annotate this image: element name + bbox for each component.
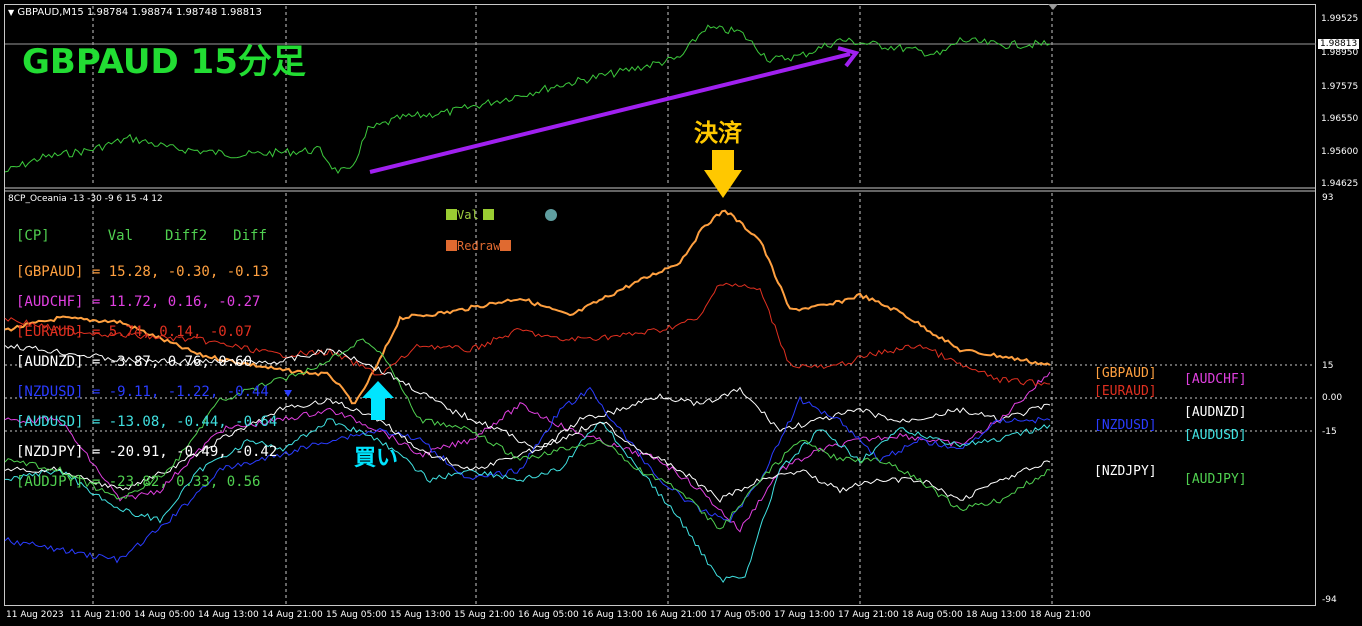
buy-label: 買い xyxy=(354,446,399,471)
table-header: [CP] Val Diff2 Diff xyxy=(16,228,267,244)
x-axis-label: 16 Aug 13:00 xyxy=(582,610,643,620)
series-label: [EURAUD] xyxy=(1094,384,1157,399)
price-axis-tick: 1.99525 xyxy=(1321,14,1359,24)
legend-redraw-swatch-2 xyxy=(500,240,512,251)
table-row: [GBPAUD] = 15.28, -0.30, -0.13 xyxy=(16,264,269,280)
x-axis-label: 15 Aug 21:00 xyxy=(454,610,515,620)
price-axis-tick: 1.96550 xyxy=(1321,114,1359,124)
indicator-axis-tick: 15 xyxy=(1322,361,1334,371)
series-label: [NZDJPY] xyxy=(1094,464,1157,479)
x-axis-label: 14 Aug 13:00 xyxy=(198,610,259,620)
x-axis-label: 18 Aug 13:00 xyxy=(966,610,1027,620)
legend-redraw[interactable]: Redraw xyxy=(446,239,512,253)
x-axis-label: 15 Aug 13:00 xyxy=(390,610,451,620)
x-axis-label: 14 Aug 21:00 xyxy=(262,610,323,620)
series-label: [NZDUSD] xyxy=(1094,418,1157,433)
table-row: [AUDNZD] = -3.87, 0.76, 0.60 xyxy=(16,354,253,370)
x-axis-label: 18 Aug 21:00 xyxy=(1030,610,1091,620)
price-panel-header: ▼ GBPAUD,M15 1.98784 1.98874 1.98748 1.9… xyxy=(8,7,262,18)
table-row: [AUDUSD] = -13.08, -0.44, -0.64 xyxy=(16,414,278,430)
status-dot-icon xyxy=(545,209,557,221)
x-axis-label: 11 Aug 2023 xyxy=(6,610,64,620)
price-axis-tick: 1.95600 xyxy=(1321,147,1359,157)
series-label: [AUDCHF] xyxy=(1184,372,1247,387)
series-label: [AUDJPY] xyxy=(1184,472,1247,487)
indicator-axis-tick: 0.00 xyxy=(1322,393,1343,403)
price-axis-tick: 1.94625 xyxy=(1321,179,1359,189)
indicator-axis-top: 93 xyxy=(1322,193,1334,203)
x-axis-label: 17 Aug 13:00 xyxy=(774,610,835,620)
small-arrow-icon xyxy=(284,390,292,397)
symbol-info: GBPAUD,M15 1.98784 1.98874 1.98748 1.988… xyxy=(17,7,262,18)
series-label: [AUDNZD] xyxy=(1184,405,1247,420)
table-row: [NZDUSD] = -9.11, -1.22, -0.44 xyxy=(16,384,269,400)
x-axis-label: 16 Aug 21:00 xyxy=(646,610,707,620)
indicator-header: 8CP_Oceania -13 -30 -9 6 15 -4 12 xyxy=(8,194,163,204)
table-row: [AUDCHF] = 11.72, 0.16, -0.27 xyxy=(16,294,261,310)
legend-redraw-swatch xyxy=(446,240,457,251)
x-axis-label: 15 Aug 05:00 xyxy=(326,610,387,620)
x-axis-label: 16 Aug 05:00 xyxy=(518,610,579,620)
price-axis-tick: 1.98950 xyxy=(1321,48,1359,58)
table-row: [NZDJPY] = -20.91, -0.49, -0.42 xyxy=(16,444,278,460)
x-axis-label: 17 Aug 21:00 xyxy=(838,610,899,620)
chart-title: GBPAUD 15分足 xyxy=(22,42,306,82)
legend-val[interactable]: Val xyxy=(446,208,494,222)
table-row: [AUDJPY] = -23.82, 0.33, 0.56 xyxy=(16,474,261,490)
table-row: [EURAUD] = 5.74, 0.14, -0.07 xyxy=(16,324,253,340)
dropdown-triangle-icon[interactable]: ▼ xyxy=(8,8,14,17)
legend-val-swatch-2 xyxy=(482,209,494,220)
x-axis-label: 18 Aug 05:00 xyxy=(902,610,963,620)
x-axis-label: 11 Aug 21:00 xyxy=(70,610,131,620)
x-axis-label: 17 Aug 05:00 xyxy=(710,610,771,620)
current-price-label: 1.98813 xyxy=(1318,39,1360,49)
indicator-axis-bottom: -94 xyxy=(1322,595,1337,605)
series-label: [GBPAUD] xyxy=(1094,366,1157,381)
series-label: [AUDUSD] xyxy=(1184,428,1247,443)
price-axis-tick: 1.97575 xyxy=(1321,82,1359,92)
x-axis-label: 14 Aug 05:00 xyxy=(134,610,195,620)
legend-val-swatch xyxy=(446,209,457,220)
end-marker-icon xyxy=(1048,4,1058,10)
chart-canvas[interactable] xyxy=(0,0,1362,626)
indicator-axis-tick: -15 xyxy=(1322,427,1337,437)
exit-label: 決済 xyxy=(694,119,742,147)
